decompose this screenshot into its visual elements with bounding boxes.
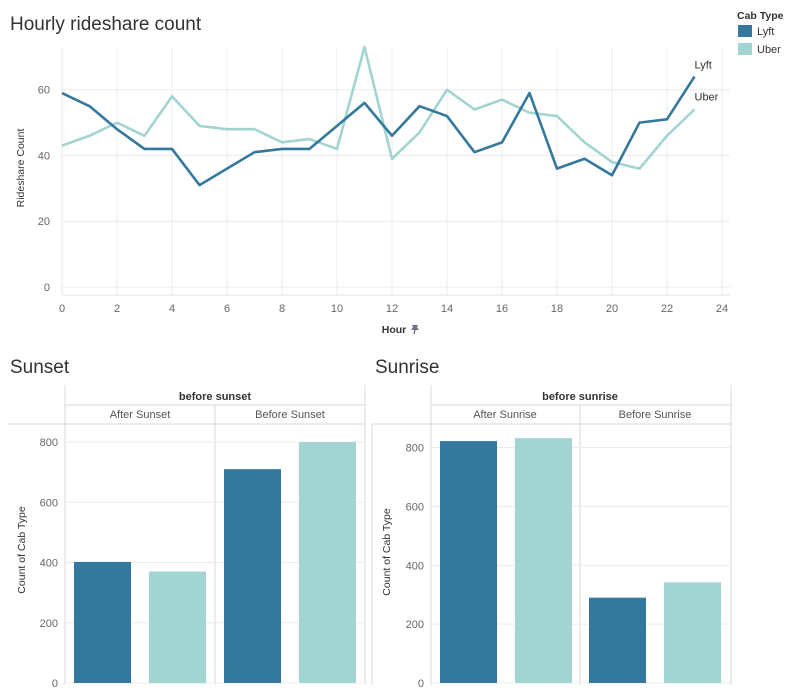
line-chart-x-tick-label: 4 bbox=[169, 303, 175, 315]
line-chart-title: Hourly rideshare count bbox=[10, 14, 202, 35]
sunset-facet-title: before sunset bbox=[179, 391, 251, 403]
line-chart-x-tick-label: 8 bbox=[279, 303, 285, 315]
line-chart-x-tick-label: 2 bbox=[114, 303, 120, 315]
sunrise-y-tick-label: 400 bbox=[406, 560, 424, 572]
sunrise-bar-lyft-1[interactable] bbox=[589, 597, 646, 683]
sunrise-facet-title: before sunrise bbox=[542, 391, 618, 403]
line-chart-end-labels: Uber Lyft bbox=[695, 60, 719, 104]
sunset-bar-uber-1[interactable] bbox=[299, 442, 356, 683]
line-series-uber[interactable] bbox=[61, 45, 696, 170]
sunset-y-tick-label: 600 bbox=[40, 497, 58, 509]
sunrise-y-axis-title: Count of Cab Type bbox=[381, 508, 393, 596]
sunrise-y-tick-label: 0 bbox=[418, 678, 424, 690]
line-chart-series bbox=[61, 45, 696, 187]
line-chart-x-tick-label: 24 bbox=[716, 303, 728, 315]
sunset-bar-lyft-0[interactable] bbox=[74, 561, 131, 683]
legend-swatch-lyft[interactable] bbox=[738, 25, 752, 37]
line-chart-y-axis-title: Rideshare Count bbox=[15, 129, 27, 208]
line-chart-x-tick-label: 16 bbox=[496, 303, 508, 315]
sunrise-y-ticks: 0 200 400 600 800 bbox=[406, 443, 424, 690]
line-end-label-lyft: Lyft bbox=[695, 60, 712, 72]
legend-swatch-uber[interactable] bbox=[738, 43, 752, 55]
sunrise-bar-uber-1[interactable] bbox=[664, 582, 721, 683]
sunset-category-label-0: After Sunset bbox=[110, 409, 171, 421]
line-chart-x-ticks: 0 2 4 6 8 10 12 14 16 18 20 22 24 bbox=[59, 303, 728, 315]
line-chart-x-tick-label: 18 bbox=[551, 303, 563, 315]
sunset-bar-uber-0[interactable] bbox=[149, 571, 206, 683]
sunset-chart-title: Sunset bbox=[10, 357, 70, 378]
sunset-bar-lyft-1[interactable] bbox=[224, 469, 281, 683]
legend-title: Cab Type bbox=[737, 10, 784, 22]
line-chart-x-tick-label: 12 bbox=[386, 303, 398, 315]
line-chart-x-axis-title: Hour bbox=[382, 324, 407, 336]
sunset-y-ticks: 0 200 400 600 800 bbox=[40, 437, 58, 690]
sunset-y-tick-label: 800 bbox=[40, 437, 58, 449]
line-chart-x-tick-label: 6 bbox=[224, 303, 230, 315]
legend-label-uber[interactable]: Uber bbox=[757, 44, 781, 56]
sunset-y-tick-label: 400 bbox=[40, 558, 58, 570]
sunset-y-tick-label: 200 bbox=[40, 618, 58, 630]
line-series-lyft[interactable] bbox=[61, 75, 696, 187]
sunrise-y-tick-label: 200 bbox=[406, 619, 424, 631]
sunset-y-axis-title: Count of Cab Type bbox=[16, 506, 28, 594]
sunrise-bar-uber-0[interactable] bbox=[515, 438, 572, 683]
line-chart-y-tick-label: 20 bbox=[38, 216, 50, 228]
sunrise-bar-lyft-0[interactable] bbox=[440, 441, 497, 683]
sunrise-y-tick-label: 600 bbox=[406, 501, 424, 513]
sunset-category-label-1: Before Sunset bbox=[255, 409, 325, 421]
sunrise-category-label-1: Before Sunrise bbox=[619, 409, 692, 421]
pin-icon[interactable] bbox=[411, 325, 419, 335]
line-chart-gridlines bbox=[61, 47, 730, 295]
sunrise-y-tick-label: 800 bbox=[406, 443, 424, 455]
line-chart-x-tick-label: 22 bbox=[661, 303, 673, 315]
sunset-y-tick-label: 0 bbox=[52, 678, 58, 690]
sunrise-category-label-0: After Sunrise bbox=[473, 409, 537, 421]
line-chart-y-tick-label: 60 bbox=[38, 85, 50, 97]
line-end-label-uber: Uber bbox=[695, 91, 719, 103]
sunrise-chart-title: Sunrise bbox=[375, 357, 439, 378]
line-chart-y-tick-label: 0 bbox=[44, 282, 50, 294]
line-chart-x-tick-label: 10 bbox=[331, 303, 343, 315]
line-chart-y-tick-label: 40 bbox=[38, 150, 50, 162]
line-chart-x-tick-label: 0 bbox=[59, 303, 65, 315]
line-chart-x-tick-label: 14 bbox=[441, 303, 453, 315]
line-chart-x-tick-label: 20 bbox=[606, 303, 618, 315]
line-chart-y-ticks: 0 20 40 60 bbox=[38, 85, 50, 294]
legend-label-lyft[interactable]: Lyft bbox=[757, 26, 774, 38]
dashboard-canvas: Hourly rideshare count 0204060 0 2 4 6 8 10 12… bbox=[8, 10, 784, 690]
